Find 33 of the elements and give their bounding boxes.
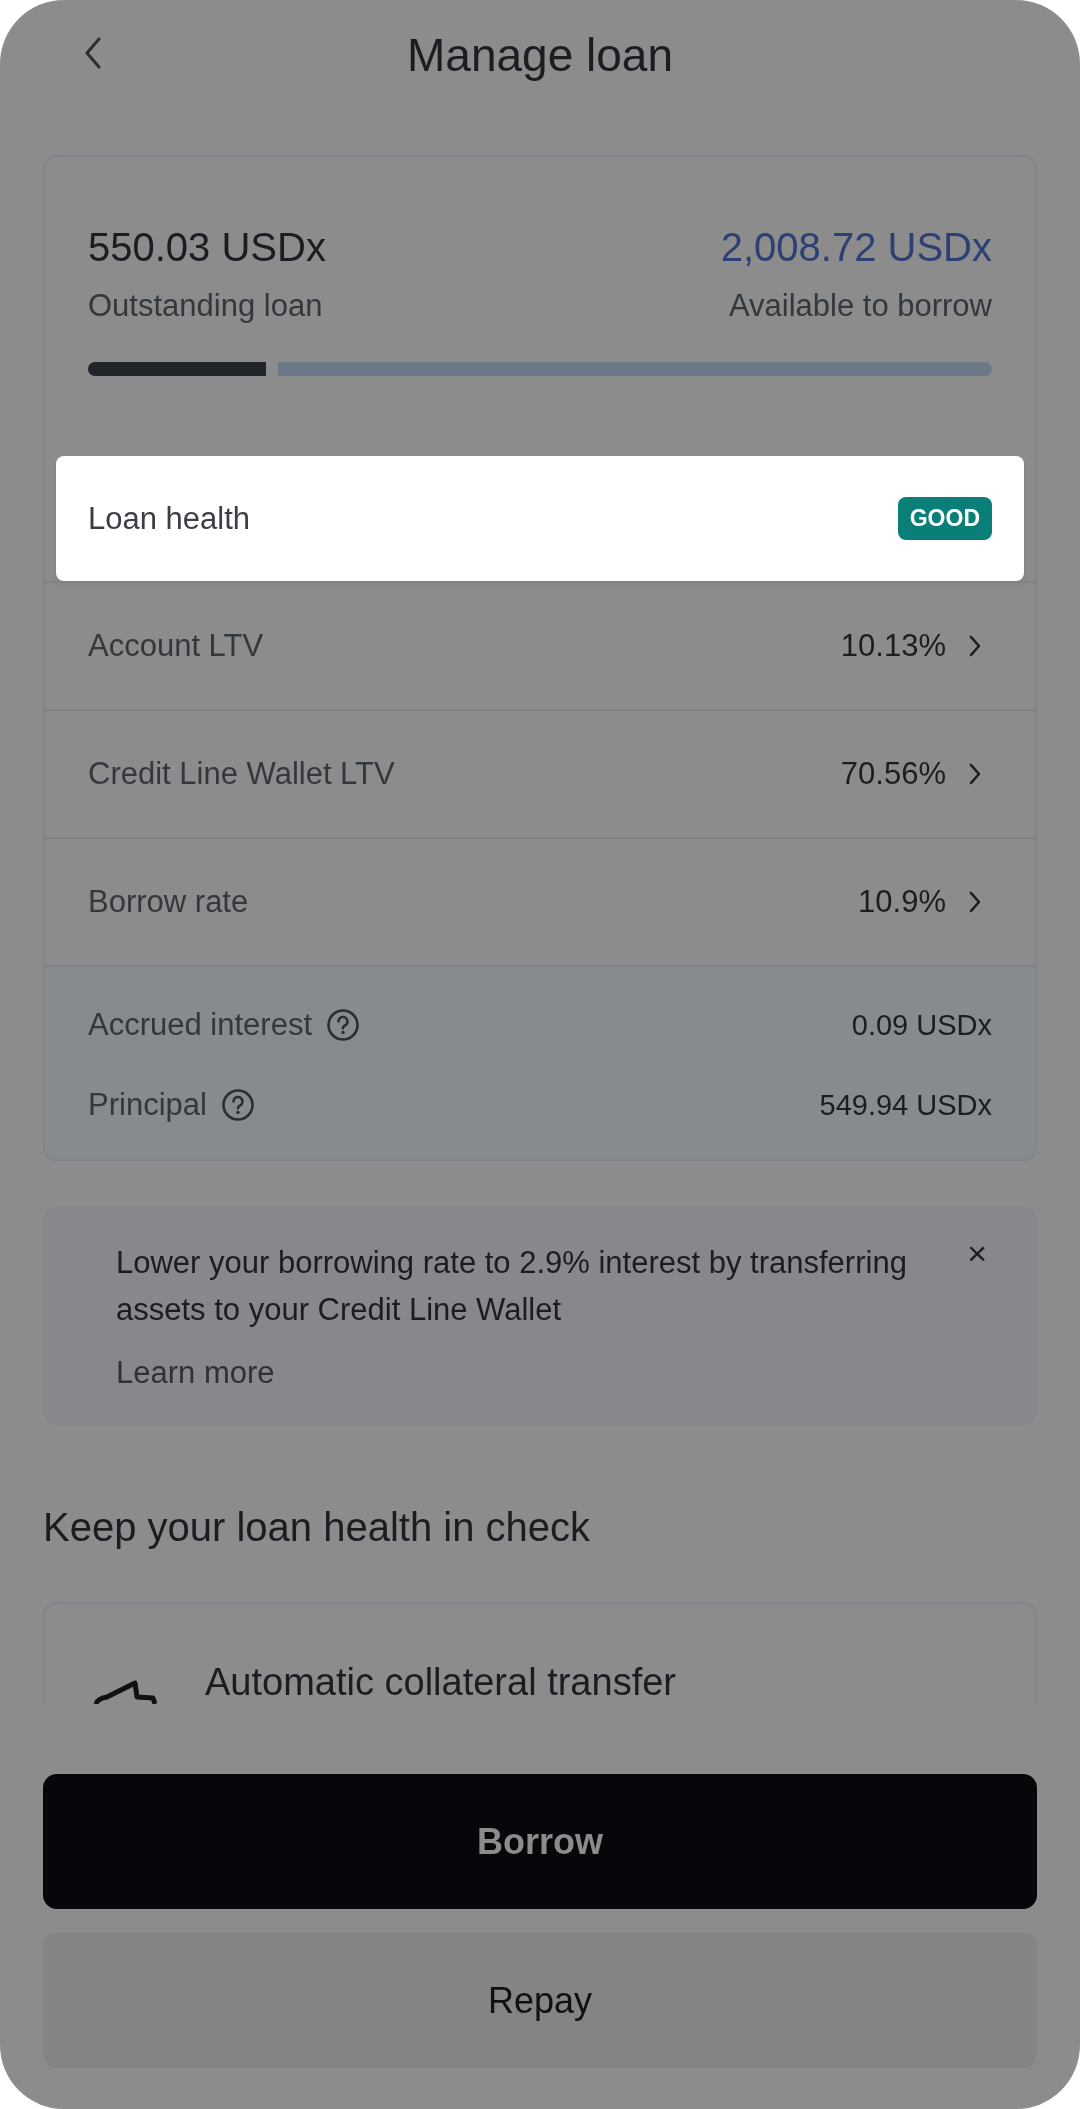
learn-more-link[interactable]: Learn more bbox=[116, 1355, 275, 1391]
outstanding-label: Outstanding loan bbox=[88, 288, 323, 324]
row-label: Account LTV bbox=[88, 628, 264, 664]
row-value: 10.9% bbox=[858, 884, 946, 920]
repay-button[interactable]: Repay bbox=[43, 1933, 1037, 2068]
loan-health-label: Loan health bbox=[88, 500, 251, 537]
row-value: 70.56% bbox=[840, 756, 946, 792]
row-label: Credit Line Wallet LTV bbox=[88, 756, 395, 792]
ltv-row[interactable]: Credit Line Wallet LTV 70.56% bbox=[45, 709, 1035, 837]
close-button[interactable]: × bbox=[967, 1236, 987, 1270]
back-icon[interactable] bbox=[83, 36, 103, 70]
help-icon[interactable] bbox=[326, 1008, 360, 1042]
feature-title: Automatic collateral transfer bbox=[205, 1660, 676, 1704]
detail-label: Principal bbox=[88, 1087, 207, 1123]
borrow-button[interactable]: Borrow bbox=[43, 1774, 1037, 1909]
row-value: 10.13% bbox=[840, 628, 946, 664]
help-icon[interactable] bbox=[220, 1088, 255, 1122]
available-label: Available to borrow bbox=[728, 288, 992, 324]
detail-value: 0.09 USDx bbox=[851, 1008, 992, 1042]
detail-value: 549.94 USDx bbox=[819, 1088, 992, 1122]
chevron-right-icon bbox=[968, 890, 982, 914]
outstanding-amount: 550.03 USDx bbox=[88, 225, 326, 270]
page-title: Manage loan bbox=[407, 28, 673, 82]
detail-label: Accrued interest bbox=[88, 1007, 312, 1043]
row-label: Borrow rate bbox=[88, 884, 249, 920]
section-title: Keep your loan health in check bbox=[43, 1505, 592, 1550]
feature-card[interactable]: Automatic collateral transfer bbox=[43, 1602, 1037, 1704]
chevron-right-icon bbox=[968, 634, 982, 658]
available-amount: 2,008.72 USDx bbox=[720, 225, 992, 270]
chevron-right-icon bbox=[968, 762, 982, 786]
ltv-row[interactable]: Account LTV 10.13% bbox=[45, 581, 1035, 709]
health-badge: GOOD bbox=[897, 497, 992, 540]
banner-text: Lower your borrowing rate to 2.9% interest by transferring assets to your Credit Line Wallet bbox=[116, 1244, 908, 1329]
